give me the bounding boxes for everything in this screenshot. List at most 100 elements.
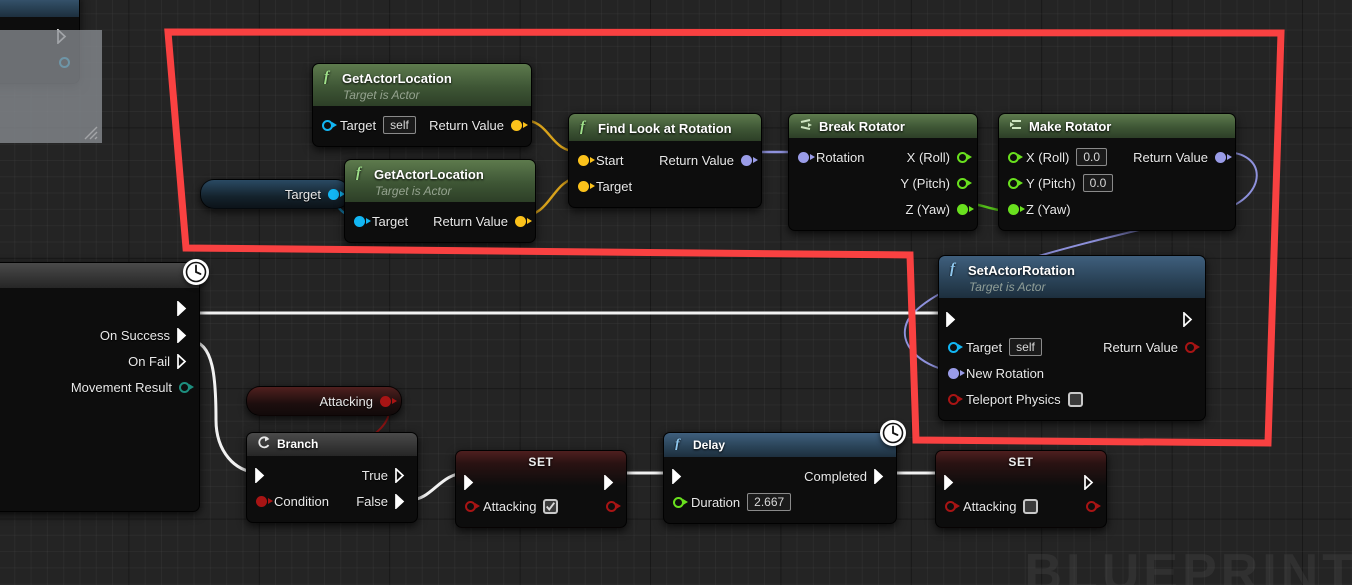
variable-getter-target[interactable]: Target xyxy=(200,179,350,209)
resize-grip-icon[interactable] xyxy=(79,121,99,141)
target-input-pin[interactable] xyxy=(354,215,371,227)
target-input-pin[interactable] xyxy=(578,180,595,192)
x-roll-input-pin[interactable] xyxy=(1008,151,1023,163)
target-label: Target xyxy=(966,339,1003,355)
attacking-output-pin[interactable] xyxy=(380,395,397,407)
node-delay[interactable]: f Delay Completed Duration 2.667 xyxy=(663,432,897,524)
new-rotation-label: New Rotation xyxy=(966,365,1045,381)
function-icon: f xyxy=(579,119,592,137)
node-move-to-partial[interactable]: On Success On Fail Z xyxy=(0,262,200,512)
false-exec-pin[interactable] xyxy=(395,493,408,509)
return-value-label: Return Value xyxy=(433,213,508,229)
function-icon: f xyxy=(355,165,368,183)
node-set-actor-rotation[interactable]: f SetActorRotation Target is Actor Targe… xyxy=(938,255,1206,421)
condition-input-pin[interactable] xyxy=(256,495,273,507)
return-value-pin[interactable] xyxy=(741,154,758,166)
node-title: Branch xyxy=(277,437,319,451)
node-subtitle: Target is Actor xyxy=(343,88,420,102)
node-get-actor-location-1[interactable]: f GetActorLocation Target is Actor Targe… xyxy=(312,63,532,147)
y-pitch-output-pin[interactable] xyxy=(957,177,972,189)
teleport-physics-checkbox[interactable] xyxy=(1067,391,1083,407)
duration-value[interactable]: 2.667 xyxy=(747,493,792,511)
return-value-label: Return Value xyxy=(659,152,734,168)
on-fail-label: On Fail xyxy=(128,353,170,369)
exec-out-pin[interactable] xyxy=(604,474,617,490)
attacking-input-pin[interactable] xyxy=(945,500,960,512)
on-success-label: On Success xyxy=(99,327,170,343)
start-input-pin[interactable] xyxy=(578,154,595,166)
attacking-output-pin[interactable] xyxy=(606,500,621,512)
exec-in-pin[interactable] xyxy=(672,468,685,484)
attacking-input-pin[interactable] xyxy=(465,500,480,512)
return-value-pin[interactable] xyxy=(515,215,532,227)
node-make-rotator[interactable]: Make Rotator X (Roll) 0.0 Return Value Y… xyxy=(998,113,1236,231)
attacking-output-pin[interactable] xyxy=(1086,500,1101,512)
start-label: Start xyxy=(596,152,624,168)
on-success-exec-pin[interactable] xyxy=(177,327,190,343)
target-label: Target xyxy=(596,178,633,194)
x-roll-value[interactable]: 0.0 xyxy=(1076,148,1108,166)
svg-text:f: f xyxy=(950,261,957,276)
overlay-panel[interactable] xyxy=(0,30,102,143)
variable-getter-attacking[interactable]: Attacking xyxy=(246,386,402,416)
return-value-pin[interactable] xyxy=(1215,151,1232,163)
target-value[interactable]: self xyxy=(383,116,416,134)
node-get-actor-location-2[interactable]: f GetActorLocation Target is Actor Targe… xyxy=(344,159,536,243)
target-input-pin[interactable] xyxy=(948,341,963,353)
exec-in-pin[interactable] xyxy=(944,474,957,490)
target-pill-label: Target xyxy=(284,186,321,202)
true-exec-pin[interactable] xyxy=(395,467,408,483)
return-value-pin[interactable] xyxy=(1185,341,1200,353)
on-fail-exec-pin[interactable] xyxy=(177,353,190,369)
z-yaw-input-pin[interactable] xyxy=(1008,203,1025,215)
node-set-attacking-true[interactable]: SET Attacking xyxy=(455,450,627,528)
rotation-input-pin[interactable] xyxy=(798,151,815,163)
attacking-value-checkbox[interactable] xyxy=(1023,498,1039,514)
y-pitch-label: Y (Pitch) xyxy=(1026,175,1076,191)
node-find-look-at-rotation[interactable]: f Find Look at Rotation Start Return Val… xyxy=(568,113,762,208)
new-rotation-input-pin[interactable] xyxy=(948,367,965,379)
exec-in-pin[interactable] xyxy=(255,467,268,483)
x-roll-label: X (Roll) xyxy=(1026,149,1070,165)
movement-result-pin[interactable] xyxy=(179,381,194,393)
node-header: f Find Look at Rotation xyxy=(569,114,761,141)
y-pitch-value[interactable]: 0.0 xyxy=(1082,174,1114,192)
return-value-label: Return Value xyxy=(1133,149,1208,165)
node-header xyxy=(0,263,199,288)
make-struct-icon xyxy=(1009,119,1023,134)
node-branch[interactable]: Branch True Condition False xyxy=(246,432,418,523)
movement-result-label: Movement Result xyxy=(70,379,172,395)
exec-out-pin[interactable] xyxy=(1084,474,1097,490)
svg-text:f: f xyxy=(356,165,363,180)
function-icon: f xyxy=(323,69,336,87)
exec-in-pin[interactable] xyxy=(464,474,477,490)
node-set-attacking-false[interactable]: SET Attacking xyxy=(935,450,1107,528)
x-roll-label: X (Roll) xyxy=(906,149,950,165)
z-yaw-label: Z (Yaw) xyxy=(905,201,950,217)
y-pitch-input-pin[interactable] xyxy=(1008,177,1023,189)
z-yaw-output-pin[interactable] xyxy=(957,203,974,215)
svg-text:f: f xyxy=(675,437,681,450)
node-break-rotator[interactable]: Break Rotator Rotation X (Roll) Y (Pitch… xyxy=(788,113,978,231)
x-roll-output-pin[interactable] xyxy=(957,151,972,163)
teleport-physics-input-pin[interactable] xyxy=(948,393,963,405)
node-title: GetActorLocation xyxy=(374,166,484,182)
blueprint-watermark: BLUEPRINT xyxy=(1024,544,1352,585)
target-value[interactable]: self xyxy=(1009,338,1042,356)
exec-out-pin[interactable] xyxy=(177,300,190,316)
latent-clock-badge-delay xyxy=(880,420,906,446)
exec-in-pin[interactable] xyxy=(946,311,959,327)
completed-exec-pin[interactable] xyxy=(874,468,887,484)
node-header: Make Rotator xyxy=(999,114,1235,138)
target-output-pin[interactable] xyxy=(328,188,345,200)
break-struct-icon xyxy=(799,119,813,134)
attacking-value-checkbox[interactable] xyxy=(543,498,559,514)
return-value-label: Return Value xyxy=(429,117,504,133)
node-title: GetActorLocation xyxy=(342,70,452,86)
target-label: Target xyxy=(372,213,409,229)
duration-input-pin[interactable] xyxy=(673,496,688,508)
target-input-pin[interactable] xyxy=(322,119,337,131)
blueprint-graph-canvas[interactable]: BLUEPRINT SET et xyxy=(0,0,1352,585)
exec-out-pin[interactable] xyxy=(1183,311,1196,327)
return-value-pin[interactable] xyxy=(511,119,528,131)
